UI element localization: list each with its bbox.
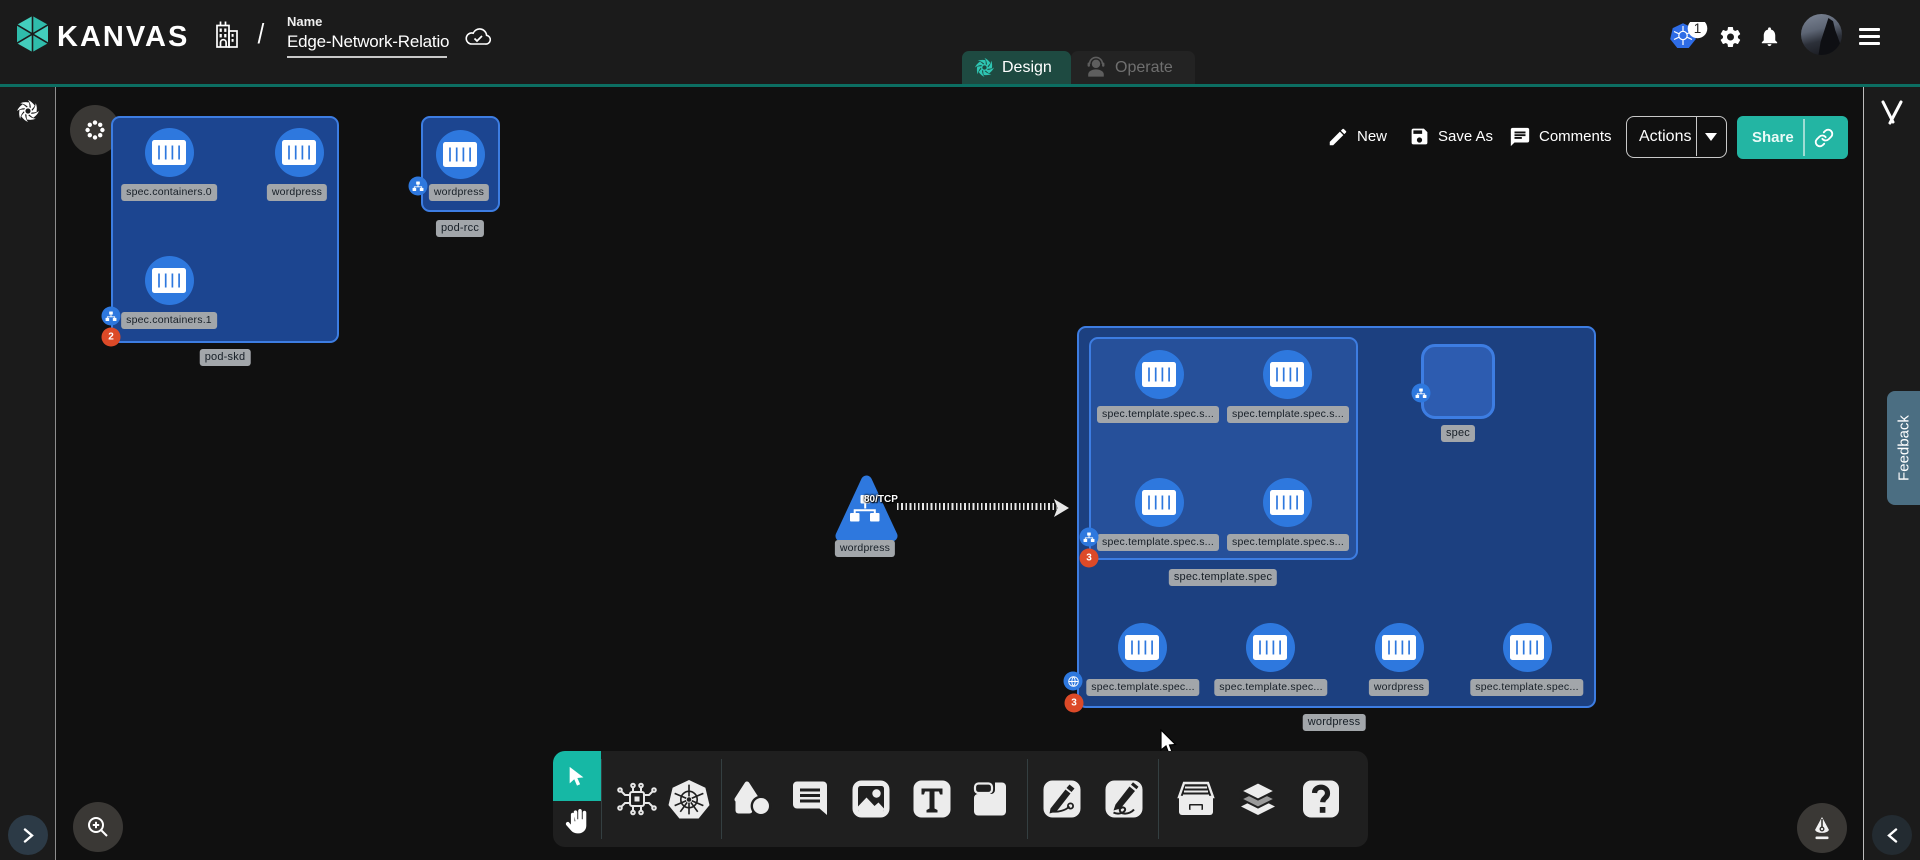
svg-text:1: 1	[1694, 22, 1702, 36]
